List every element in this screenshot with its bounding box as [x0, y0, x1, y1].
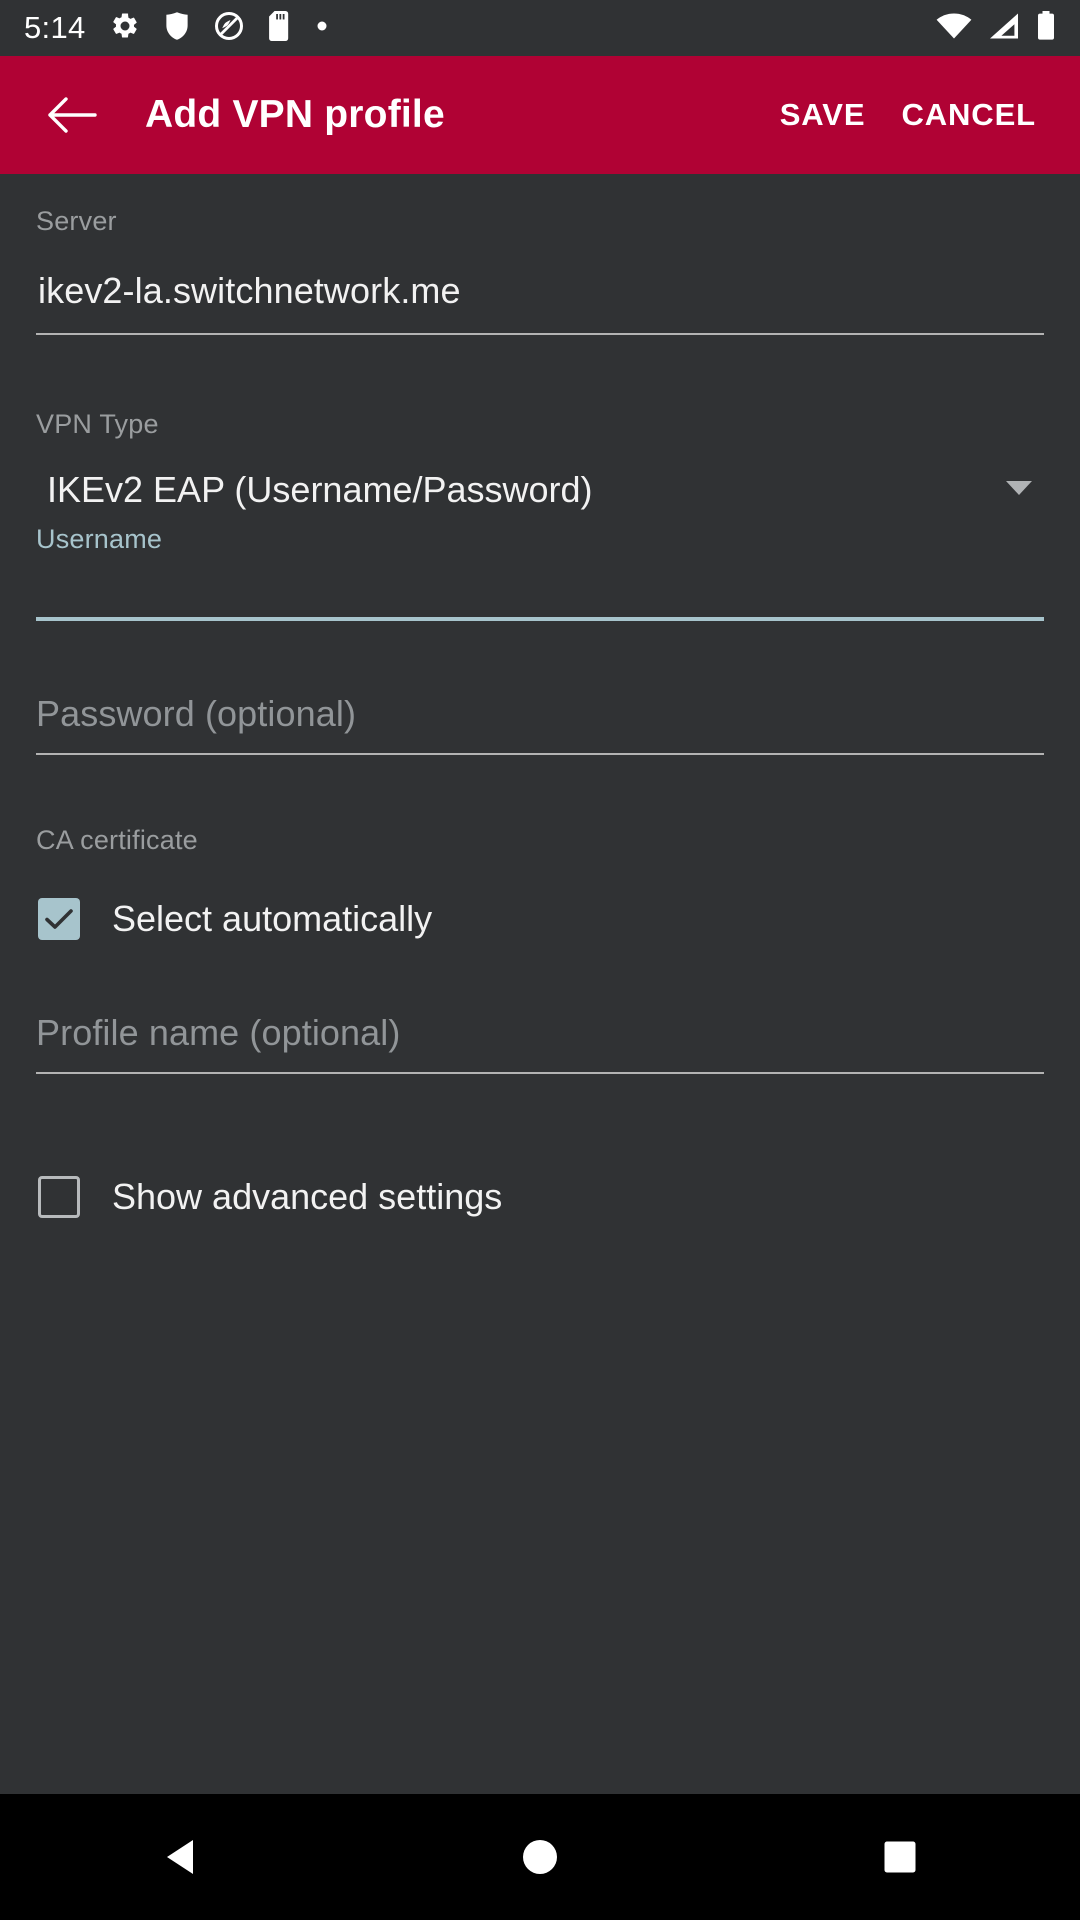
page-title: Add VPN profile: [145, 93, 445, 136]
back-triangle-icon: [167, 1840, 193, 1874]
status-bar: 5:14: [0, 0, 1080, 56]
app-bar-actions: SAVE CANCEL: [762, 83, 1080, 147]
show-advanced-settings-row[interactable]: Show advanced settings: [36, 1158, 1044, 1236]
server-field[interactable]: Server ikev2-la.switchnetwork.me: [36, 174, 1044, 335]
profile-name-input[interactable]: Profile name (optional): [36, 1004, 1044, 1062]
save-button[interactable]: SAVE: [762, 83, 884, 147]
username-label: Username: [36, 524, 163, 554]
server-label: Server: [36, 206, 117, 236]
wifi-icon: [936, 12, 972, 45]
show-advanced-settings-label: Show advanced settings: [112, 1176, 503, 1217]
status-bar-right: [936, 10, 1056, 46]
chevron-down-icon: [1004, 478, 1034, 503]
username-field[interactable]: Username: [36, 518, 1044, 621]
show-advanced-settings-checkbox[interactable]: [38, 1176, 80, 1218]
vpn-type-value: IKEv2 EAP (Username/Password): [47, 469, 593, 510]
gear-icon: [110, 11, 140, 46]
nav-back-button[interactable]: [105, 1794, 255, 1920]
arrow-left-icon: [48, 97, 97, 133]
select-automatically-row[interactable]: Select automatically: [36, 880, 1044, 958]
vpn-profile-form: Server ikev2-la.switchnetwork.me VPN Typ…: [0, 174, 1080, 1794]
nav-home-button[interactable]: [465, 1794, 615, 1920]
dot-icon: [316, 19, 328, 37]
username-input[interactable]: [36, 555, 1044, 617]
battery-icon: [1036, 10, 1056, 46]
select-automatically-label: Select automatically: [112, 898, 433, 939]
advanced-settings-section: Show advanced settings: [36, 1074, 1044, 1236]
vpn-type-label: VPN Type: [36, 409, 159, 439]
nav-recents-button[interactable]: [825, 1794, 975, 1920]
shield-icon: [164, 11, 190, 46]
sd-card-icon: [268, 10, 292, 46]
home-circle-icon: [523, 1840, 557, 1874]
profile-name-field[interactable]: Profile name (optional): [36, 958, 1044, 1074]
password-input[interactable]: Password (optional): [36, 685, 1044, 743]
recents-square-icon: [884, 1841, 916, 1873]
vpn-type-field[interactable]: VPN Type IKEv2 EAP (Username/Password): [36, 335, 1044, 518]
cellular-signal-icon: [988, 12, 1020, 45]
check-icon: [45, 909, 73, 929]
select-automatically-checkbox[interactable]: [38, 898, 80, 940]
app-bar: Add VPN profile SAVE CANCEL: [0, 56, 1080, 174]
status-bar-left: 5:14: [24, 10, 328, 46]
do-not-disturb-icon: [214, 11, 244, 46]
server-input[interactable]: ikev2-la.switchnetwork.me: [36, 263, 1044, 319]
ca-certificate-label: CA certificate: [36, 825, 198, 855]
screen: 5:14 Add VPN profile SAVE CANCEL Server …: [0, 0, 1080, 1920]
ca-certificate-section: CA certificate Select automatically: [36, 755, 1044, 958]
vpn-type-select[interactable]: IKEv2 EAP (Username/Password): [36, 462, 1044, 518]
back-button[interactable]: [24, 67, 120, 163]
cancel-button[interactable]: CANCEL: [883, 83, 1054, 147]
status-bar-clock: 5:14: [24, 10, 86, 45]
password-field[interactable]: Password (optional): [36, 621, 1044, 755]
system-navigation-bar: [0, 1794, 1080, 1920]
